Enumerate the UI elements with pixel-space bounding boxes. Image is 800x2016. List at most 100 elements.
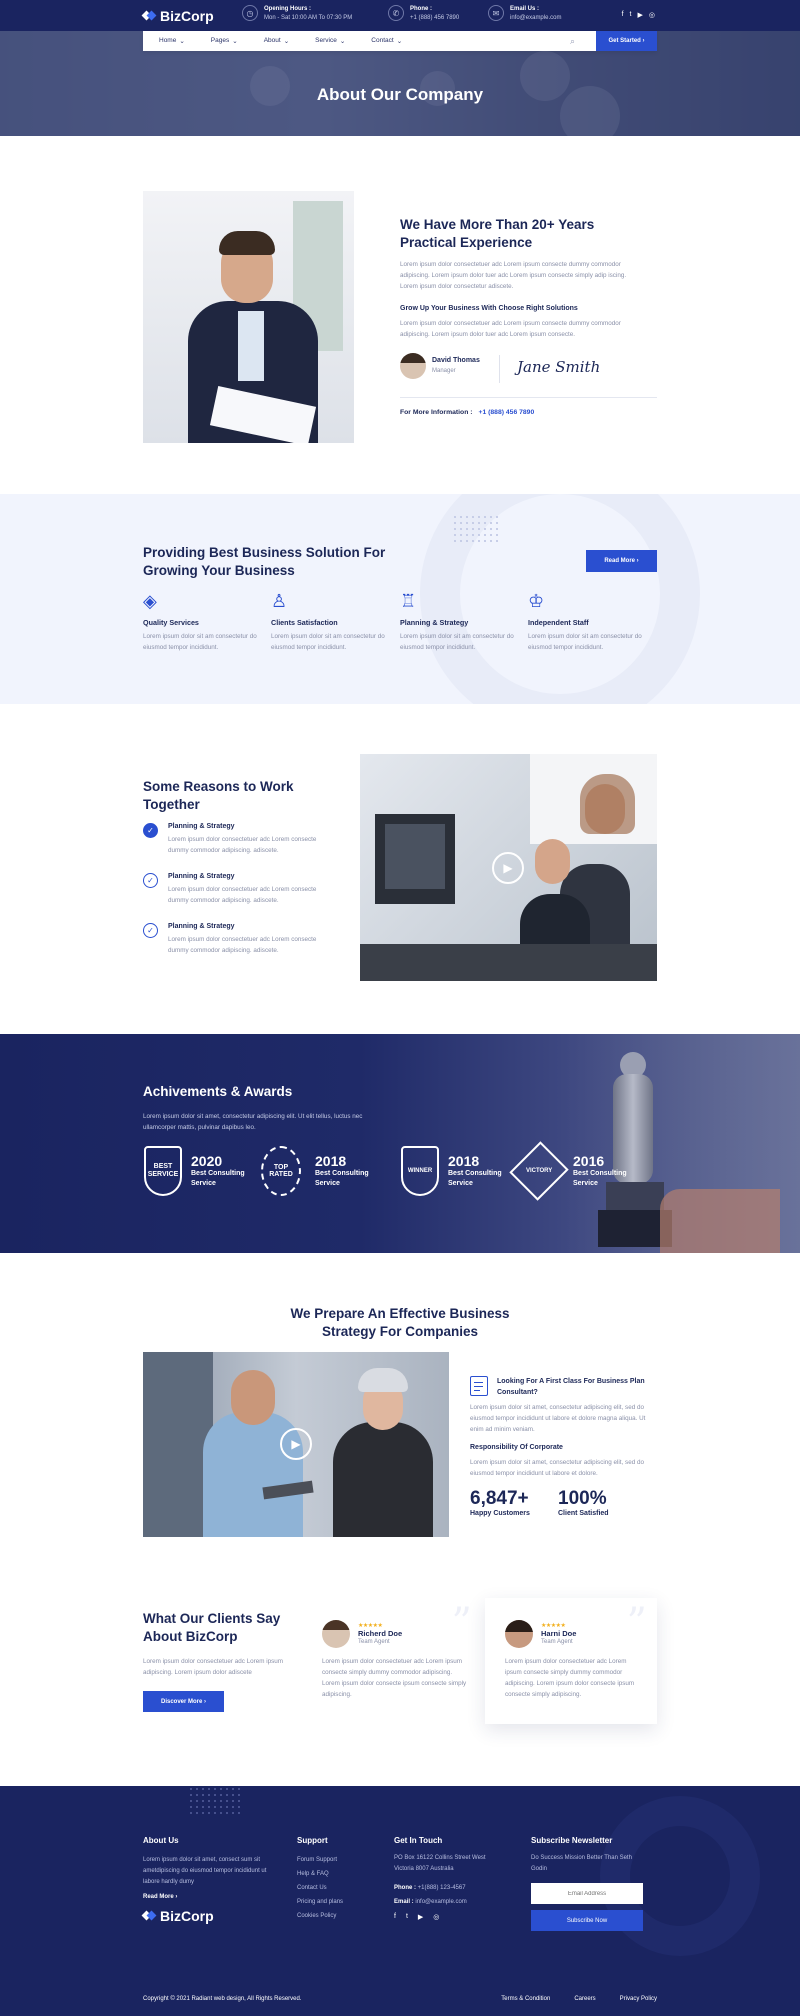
footer-about: About Us Lorem ipsum dolor sit amet, con… [143, 1836, 273, 1924]
footer-link[interactable]: Cookies Policy [297, 1909, 343, 1923]
testimonial-card: ” ★★★★★ Harni Doe Team Agent Lorem ipsum… [485, 1598, 657, 1724]
phone-info: ✆ Phone : +1 (888) 456 7890 [388, 5, 459, 23]
winner-badge-icon: WINNER [400, 1145, 440, 1197]
service-item: ◈ Quality Services Lorem ipsum dolor sit… [143, 590, 263, 653]
nav-label: Home [159, 37, 177, 44]
email-value[interactable]: info@example.com [510, 14, 561, 23]
rating-stars: ★★★★★ [541, 1622, 566, 1629]
services-title-line: Growing Your Business [143, 563, 295, 578]
reasons-title-line: Some Reasons to Work [143, 779, 294, 794]
stat-label: Client Satisfied [558, 1510, 609, 1517]
footer-email-label: Email : [394, 1899, 414, 1905]
twitter-icon[interactable]: t [630, 11, 632, 19]
footer-phone[interactable]: +1(888) 123-4567 [418, 1885, 466, 1891]
hours-label: Opening Hours : [264, 6, 311, 12]
reasons-title: Some Reasons to Work Together [143, 778, 294, 814]
clock-icon: ◷ [242, 5, 258, 21]
play-icon[interactable]: ▶ [492, 852, 524, 884]
mail-icon: ✉ [488, 5, 504, 21]
discover-more-button[interactable]: Discover More › [143, 1691, 224, 1712]
privacy-link[interactable]: Privacy Policy [620, 1996, 657, 2002]
phone-value[interactable]: +1 (888) 456 7890 [410, 14, 459, 23]
quote-icon: ” [451, 1600, 472, 1646]
footer-link[interactable]: Contact Us [297, 1881, 343, 1895]
nav-service[interactable]: Service ⌄ [299, 37, 355, 45]
footer-link[interactable]: Forum Support [297, 1853, 343, 1867]
footer-logo[interactable]: BizCorp [143, 1908, 273, 1924]
careers-link[interactable]: Careers [574, 1996, 595, 2002]
footer-address: Victoria 8007 Australia [394, 1866, 454, 1872]
quote-icon: ” [626, 1600, 647, 1646]
testimonials-title-line: What Our Clients Say [143, 1611, 281, 1626]
about-title: We Have More Than 20+ Years Practical Ex… [400, 216, 594, 252]
testimonials-text: Lorem ipsum dolor consectetuer adc Lorem… [143, 1658, 283, 1676]
manager-photo [143, 191, 354, 443]
instagram-icon[interactable]: ◎ [433, 1913, 439, 1921]
footer-phone-label: Phone : [394, 1885, 416, 1891]
copyright: Copyright © 2021 Radiant web design, All… [143, 1996, 302, 2002]
question-line: Consultant? [497, 1389, 538, 1396]
badge-text: BEST SERVICE [144, 1146, 182, 1196]
testimonials-title: What Our Clients Say About BizCorp [143, 1610, 280, 1646]
footer-about-title: About Us [143, 1836, 179, 1845]
newsletter-email-input[interactable] [531, 1883, 643, 1904]
testimonials-title-line: About BizCorp [143, 1629, 238, 1644]
play-icon[interactable]: ▶ [280, 1428, 312, 1460]
nav-pages[interactable]: Pages ⌄ [195, 37, 248, 45]
footer-social: f t ▶ ◎ [394, 1913, 486, 1921]
nav-contact[interactable]: Contact ⌄ [355, 37, 412, 45]
about-title-line: We Have More Than 20+ Years [400, 217, 595, 232]
manager-avatar [400, 353, 426, 379]
facebook-icon[interactable]: f [622, 11, 624, 19]
team-video-thumbnail[interactable]: ▶ [360, 754, 657, 981]
info-phone[interactable]: +1 (888) 456 7890 [479, 409, 535, 416]
award-item: WINNER 2018 Best Consulting Service [400, 1145, 502, 1197]
client-name: Harni Doe [541, 1628, 577, 1638]
award-item: BEST SERVICE 2020 Best Consulting Servic… [143, 1145, 245, 1197]
footer-bottom-bar: Copyright © 2021 Radiant web design, All… [143, 1996, 657, 2002]
youtube-icon[interactable]: ▶ [418, 1913, 423, 1921]
nav-about[interactable]: About ⌄ [248, 37, 299, 45]
footer-link[interactable]: Help & FAQ [297, 1867, 343, 1881]
stat-value: 100% [558, 1488, 607, 1509]
search-icon[interactable]: ⌕ [570, 36, 575, 47]
get-started-button[interactable]: Get Started › [596, 31, 657, 51]
reason-title: Planning & Strategy [168, 923, 235, 930]
achievements-section: Achivements & Awards Lorem ipsum dolor s… [0, 1034, 800, 1253]
chevron-down-icon: ⌄ [232, 38, 238, 45]
top-rated-badge-icon: TOP RATED [261, 1145, 301, 1197]
achievements-text: Lorem ipsum dolor sit amet, consectetur … [143, 1113, 363, 1131]
chevron-down-icon: ⌄ [283, 38, 290, 45]
nav-label: About [263, 37, 281, 44]
question-line: Looking For A First Class For Business P… [497, 1378, 645, 1385]
footer-support-title: Support [297, 1836, 328, 1845]
footer-contact: Get In Touch PO Box 16122 Collins Street… [394, 1836, 486, 1921]
read-more-button[interactable]: Read More › [586, 550, 657, 572]
info-line: For More Information : +1 (888) 456 7890 [400, 409, 534, 416]
reason-title: Planning & Strategy [168, 873, 235, 880]
client-role: Team Agent [541, 1638, 573, 1645]
nav-home[interactable]: Home ⌄ [143, 37, 195, 45]
footer-newsletter: Subscribe Newsletter Do Success Mission … [531, 1836, 643, 1931]
nav-label: Pages [210, 37, 230, 44]
brand-logo[interactable]: BizCorp [143, 8, 214, 24]
footer-email[interactable]: info@example.com [415, 1899, 466, 1905]
twitter-icon[interactable]: t [406, 1913, 408, 1921]
consultant-text: Lorem ipsum dolor sit amet, consectetur … [470, 1404, 646, 1433]
service-text: Lorem ipsum dolor sit am consectetur do … [143, 633, 257, 651]
strategy-title-line: Strategy For Companies [321, 1324, 479, 1339]
check-icon: ✓ [143, 823, 158, 838]
footer-read-more[interactable]: Read More › [143, 1894, 273, 1900]
facebook-icon[interactable]: f [394, 1913, 396, 1921]
strategy-video-thumbnail[interactable]: ▶ [143, 1352, 449, 1537]
chevron-down-icon: ⌄ [179, 38, 185, 45]
client-name: Richerd Doe [358, 1628, 403, 1638]
about-title-line: Practical Experience [400, 235, 533, 250]
subscribe-button[interactable]: Subscribe Now [531, 1910, 643, 1931]
footer-link[interactable]: Pricing and plans [297, 1895, 343, 1909]
reason-item: ✓ Planning & Strategy Lorem ipsum dolor … [143, 923, 338, 956]
youtube-icon[interactable]: ▶ [638, 11, 643, 19]
terms-link[interactable]: Terms & Condition [501, 1996, 550, 2002]
client-avatar [505, 1620, 533, 1648]
instagram-icon[interactable]: ◎ [649, 11, 655, 19]
